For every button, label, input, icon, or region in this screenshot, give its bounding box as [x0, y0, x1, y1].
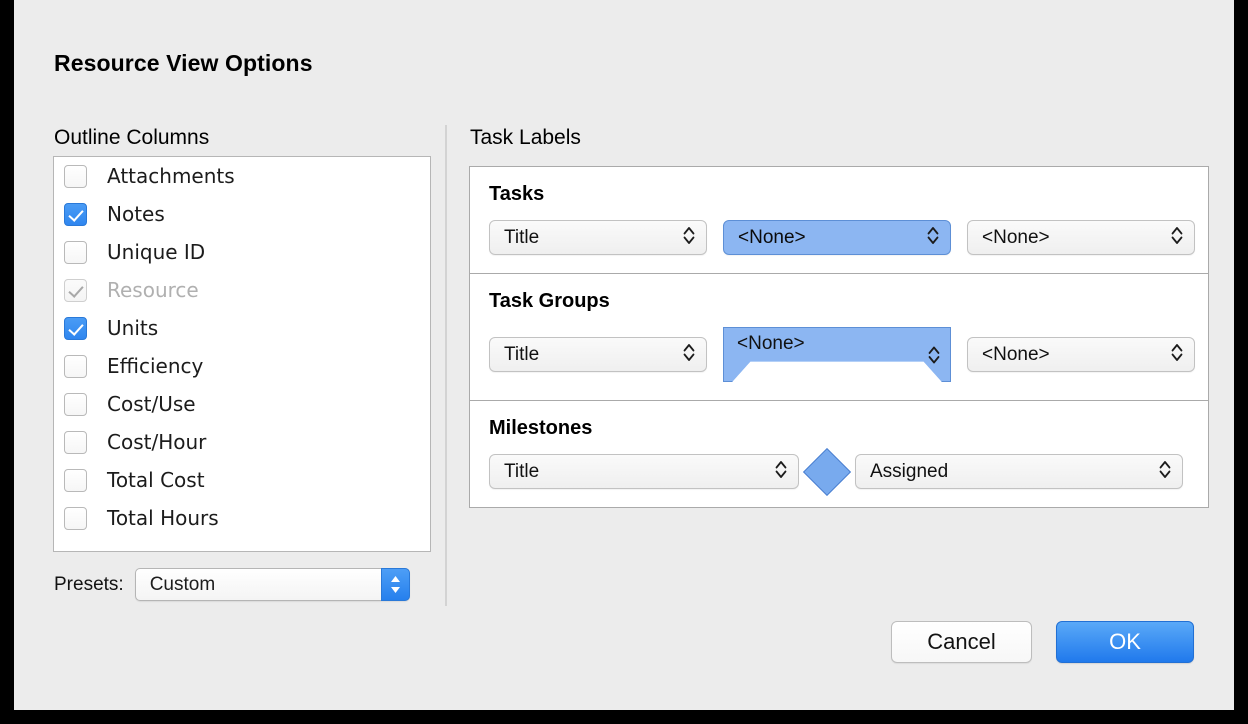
presets-row: Presets: Custom: [54, 568, 410, 601]
outline-column-row[interactable]: Total Hours: [54, 499, 430, 537]
outline-columns-heading: Outline Columns: [54, 126, 210, 149]
outline-column-row[interactable]: Total Cost: [54, 461, 430, 499]
checkbox-icon[interactable]: [64, 430, 87, 454]
checkbox-icon[interactable]: [64, 202, 87, 226]
task-label-field-row: Title <None> <None>: [470, 206, 1208, 273]
task-label-popup-value: <None>: [982, 226, 1050, 248]
task-label-field-row: Title Assigned: [470, 440, 1208, 507]
up-down-chevron-icon[interactable]: [683, 225, 695, 250]
task-label-popup-button[interactable]: <None>: [967, 220, 1195, 255]
ok-button[interactable]: OK: [1056, 621, 1194, 663]
task-label-popup-value: <None>: [737, 333, 805, 354]
task-label-section: Task Groups Title <None> <None>: [470, 273, 1208, 400]
task-label-popup-value: Title: [504, 460, 540, 482]
outline-column-label: Total Hours: [107, 506, 219, 530]
task-label-section: Tasks Title <None> <None>: [470, 183, 1208, 273]
task-label-popup-value: Assigned: [870, 460, 949, 482]
cancel-button[interactable]: Cancel: [891, 621, 1032, 663]
checkbox-icon[interactable]: [64, 506, 87, 530]
checkbox-icon[interactable]: [64, 164, 87, 188]
up-down-chevron-icon[interactable]: [380, 568, 410, 601]
task-label-popup-button[interactable]: Title: [489, 220, 707, 255]
task-label-popup-button[interactable]: <None>: [723, 220, 951, 255]
task-label-section-title: Tasks: [489, 183, 545, 205]
task-label-popup-value: <None>: [738, 226, 806, 248]
resource-view-options-dialog: Resource View Options Outline Columns Ta…: [14, 0, 1234, 710]
outline-column-label: Efficiency: [107, 354, 204, 378]
task-label-field-row: Title <None> <None>: [470, 313, 1208, 400]
task-labels-heading: Task Labels: [470, 126, 581, 149]
task-label-popup-button[interactable]: <None>: [723, 327, 951, 382]
up-down-chevron-icon[interactable]: [1171, 225, 1183, 250]
task-label-popup-button[interactable]: <None>: [967, 337, 1195, 372]
outline-column-label: Cost/Use: [107, 392, 196, 416]
task-label-section: Milestones Title Assigned: [470, 400, 1208, 507]
checkbox-icon[interactable]: [64, 240, 87, 264]
milestone-diamond-icon: [802, 447, 852, 496]
checkbox-icon[interactable]: [64, 316, 87, 340]
outline-column-label: Total Cost: [107, 468, 205, 492]
task-label-popup-value: Title: [504, 343, 540, 365]
task-label-section-title: Milestones: [489, 417, 593, 439]
checkbox-icon[interactable]: [64, 468, 87, 492]
outline-column-row[interactable]: Efficiency: [54, 347, 430, 385]
outline-column-label: Attachments: [107, 164, 235, 188]
outline-column-label: Cost/Hour: [107, 430, 207, 454]
outline-column-row[interactable]: Attachments: [54, 157, 430, 195]
up-down-chevron-icon[interactable]: [775, 459, 787, 484]
checkbox-icon[interactable]: [64, 392, 87, 416]
milestone-marker: [799, 447, 855, 496]
outline-column-label: Unique ID: [107, 240, 206, 264]
task-label-popup-button[interactable]: Title: [489, 454, 799, 489]
outline-column-row[interactable]: Notes: [54, 195, 430, 233]
outline-column-row[interactable]: Cost/Use: [54, 385, 430, 423]
outline-column-row[interactable]: Units: [54, 309, 430, 347]
up-down-chevron-icon[interactable]: [1171, 342, 1183, 367]
up-down-chevron-icon[interactable]: [683, 342, 695, 367]
outline-column-label: Notes: [107, 202, 165, 226]
task-label-popup-button[interactable]: Title: [489, 337, 707, 372]
presets-popup-button[interactable]: Custom: [134, 568, 410, 601]
up-down-chevron-icon[interactable]: [1159, 459, 1171, 484]
checkbox-icon[interactable]: [64, 354, 87, 378]
outline-column-row[interactable]: Unique ID: [54, 233, 430, 271]
up-down-chevron-icon[interactable]: [928, 345, 940, 370]
task-label-popup-button[interactable]: Assigned: [855, 454, 1183, 489]
outline-column-label: Units: [107, 316, 159, 340]
checkbox-icon: [64, 278, 87, 302]
outline-columns-list[interactable]: Attachments Notes Unique ID Resource Units Ef…: [53, 156, 431, 552]
panel-divider: [445, 125, 447, 606]
task-label-popup-value: <None>: [982, 343, 1050, 365]
up-down-chevron-icon[interactable]: [927, 225, 939, 250]
task-labels-group: Tasks Title <None> <None> Task Groups Title <N…: [469, 166, 1209, 508]
dialog-title: Resource View Options: [54, 50, 313, 76]
task-label-section-title: Task Groups: [489, 290, 610, 312]
presets-value: Custom: [149, 573, 216, 595]
outline-column-label: Resource: [107, 278, 199, 302]
task-label-popup-value: Title: [504, 226, 540, 248]
outline-column-row[interactable]: Cost/Hour: [54, 423, 430, 461]
outline-column-row: Resource: [54, 271, 430, 309]
presets-label: Presets:: [54, 573, 124, 595]
